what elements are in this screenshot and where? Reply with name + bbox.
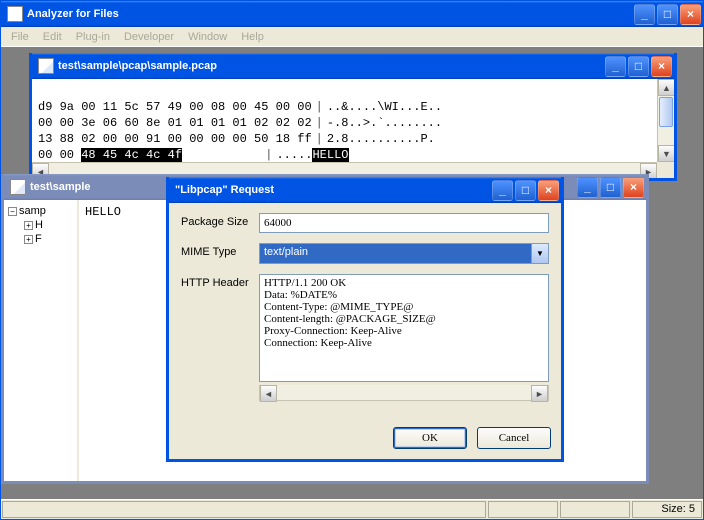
cancel-button[interactable]: Cancel: [477, 427, 551, 449]
tree-pane[interactable]: − samp + H + F: [4, 200, 79, 481]
ok-button[interactable]: OK: [393, 427, 467, 449]
minimize-button[interactable]: _: [577, 177, 598, 198]
close-button[interactable]: ×: [680, 4, 701, 25]
package-size-label: Package Size: [181, 213, 259, 228]
ascii-selection: HELLO: [312, 148, 348, 162]
ascii-row: -.8..>.`........: [327, 116, 442, 130]
menubar: File Edit Plug-in Developer Window Help: [1, 27, 703, 47]
mime-type-value: text/plain: [260, 244, 531, 263]
maximize-button[interactable]: □: [515, 180, 536, 201]
status-cell: [560, 501, 630, 518]
request-dialog: "Libpcap" Request _ □ × Package Size MIM…: [166, 177, 564, 462]
close-button[interactable]: ×: [651, 56, 672, 77]
dialog-titlebar[interactable]: "Libpcap" Request _ □ ×: [169, 177, 561, 203]
maximize-button[interactable]: □: [628, 56, 649, 77]
hex-body: d9 9a 00 11 5c 57 49 00 08 00 45 00 00|.…: [32, 79, 674, 178]
mime-type-combo[interactable]: text/plain ▼: [259, 243, 549, 264]
dialog-title: "Libpcap" Request: [175, 184, 492, 196]
tree-child-item[interactable]: + F: [8, 232, 73, 246]
hex-dump[interactable]: d9 9a 00 11 5c 57 49 00 08 00 45 00 00|.…: [32, 79, 674, 167]
tree-label: F: [35, 233, 42, 245]
maximize-button[interactable]: □: [657, 4, 678, 25]
menu-window[interactable]: Window: [182, 29, 233, 45]
package-size-input[interactable]: [259, 213, 549, 233]
http-header-label: HTTP Header: [181, 274, 259, 289]
minimize-button[interactable]: _: [634, 4, 655, 25]
app-title: Analyzer for Files: [27, 8, 634, 20]
hex-selection: 48 45 4c 4c 4f: [81, 148, 182, 162]
scroll-up-icon[interactable]: ▲: [658, 79, 674, 96]
hex-title: test\sample\pcap\sample.pcap: [58, 60, 605, 72]
scroll-down-icon[interactable]: ▼: [658, 145, 674, 162]
main-window: Analyzer for Files _ □ × File Edit Plug-…: [0, 0, 704, 520]
expand-icon[interactable]: +: [24, 221, 33, 230]
menu-help[interactable]: Help: [235, 29, 270, 45]
menu-developer[interactable]: Developer: [118, 29, 180, 45]
mime-type-label: MIME Type: [181, 243, 259, 258]
tree-label: H: [35, 219, 43, 231]
tree-label: samp: [19, 205, 46, 217]
menu-plugin[interactable]: Plug-in: [70, 29, 116, 45]
status-size: Size: 5: [632, 501, 702, 518]
dialog-button-row: OK Cancel: [169, 421, 561, 459]
hex-row: 00 00 3e 06 60 8e 01 01 01 01 02 02 02: [38, 116, 312, 130]
chevron-down-icon[interactable]: ▼: [531, 244, 548, 263]
hex-row: d9 9a 00 11 5c 57 49 00 08 00 45 00 00: [38, 100, 312, 114]
scroll-right-icon[interactable]: ►: [531, 385, 548, 402]
menu-file[interactable]: File: [5, 29, 35, 45]
scroll-thumb[interactable]: [659, 97, 673, 127]
app-icon: [7, 6, 23, 22]
scroll-corner: [657, 162, 674, 178]
ascii-row: ..&....\WI...E..: [327, 100, 442, 114]
menu-edit[interactable]: Edit: [37, 29, 68, 45]
http-header-textarea[interactable]: [259, 274, 549, 382]
document-icon: [10, 179, 26, 195]
expand-icon[interactable]: +: [24, 235, 33, 244]
minimize-button[interactable]: _: [492, 180, 513, 201]
status-cell: [488, 501, 558, 518]
main-titlebar[interactable]: Analyzer for Files _ □ ×: [1, 1, 703, 27]
collapse-icon[interactable]: −: [8, 207, 17, 216]
hex-row: 13 88 02 00 00 91 00 00 00 00 50 18 ff: [38, 132, 312, 146]
close-button[interactable]: ×: [538, 180, 559, 201]
mdi-client: test\sample\pcap\sample.pcap _ □ × d9 9a…: [1, 47, 703, 499]
minimize-button[interactable]: _: [605, 56, 626, 77]
maximize-button[interactable]: □: [600, 177, 621, 198]
scrollbar-horizontal[interactable]: ◄ ►: [259, 385, 549, 401]
close-button[interactable]: ×: [623, 177, 644, 198]
tree-root-item[interactable]: − samp: [8, 204, 73, 218]
document-icon: [38, 58, 54, 74]
dialog-body: Package Size MIME Type text/plain ▼: [169, 203, 561, 421]
hex-window: test\sample\pcap\sample.pcap _ □ × d9 9a…: [29, 53, 677, 181]
hex-row: 00 00: [38, 148, 81, 162]
scroll-left-icon[interactable]: ◄: [260, 385, 277, 402]
ascii-row: 2.8..........P.: [327, 132, 435, 146]
hex-titlebar[interactable]: test\sample\pcap\sample.pcap _ □ ×: [32, 53, 674, 79]
scrollbar-vertical[interactable]: ▲ ▼: [657, 79, 674, 162]
ascii-row: .....: [276, 148, 312, 162]
status-cell: [2, 501, 486, 518]
tree-child-item[interactable]: + H: [8, 218, 73, 232]
statusbar: Size: 5: [1, 499, 703, 519]
